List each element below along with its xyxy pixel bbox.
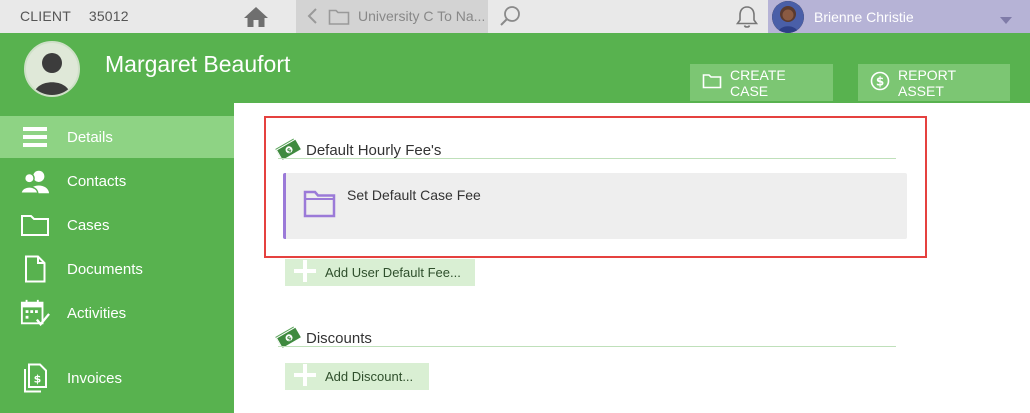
client-header: Margaret Beaufort CREATE CASE $ REPORT A… bbox=[0, 33, 1030, 103]
discounts-title: Discounts bbox=[306, 330, 372, 347]
document-icon bbox=[20, 255, 50, 283]
calendar-check-icon bbox=[20, 299, 50, 327]
notification-bell-icon[interactable] bbox=[735, 4, 759, 35]
contacts-icon bbox=[20, 167, 50, 195]
sidebar-item-label: Details bbox=[67, 128, 113, 146]
user-menu[interactable]: Brienne Christie bbox=[768, 0, 1030, 33]
tab-label: University C To Na... bbox=[358, 8, 484, 24]
chevron-down-icon[interactable] bbox=[1000, 12, 1012, 30]
invoice-icon: $ bbox=[20, 363, 50, 393]
sidebar-item-label: Invoices bbox=[67, 369, 123, 387]
user-name: Brienne Christie bbox=[814, 9, 914, 25]
sidebar-item-label: Documents bbox=[67, 260, 143, 278]
section-divider bbox=[278, 158, 896, 159]
svg-text:$: $ bbox=[876, 75, 884, 89]
fee-item-label: Set Default Case Fee bbox=[347, 187, 481, 203]
sidebar-item-activities[interactable]: Activities bbox=[0, 292, 234, 334]
hourly-fee-section-header: $ Default Hourly Fee's bbox=[273, 135, 442, 166]
top-bar: CLIENT 35012 University C To Na... Brien… bbox=[0, 0, 1030, 33]
sidebar-item-contacts[interactable]: Contacts bbox=[0, 160, 234, 202]
dollar-circle-icon: $ bbox=[870, 71, 890, 94]
add-discount-label: Add Discount... bbox=[325, 369, 414, 384]
back-arrow-icon[interactable] bbox=[306, 7, 318, 30]
add-user-default-fee-button[interactable]: Add User Default Fee... bbox=[285, 259, 475, 286]
open-tab[interactable]: University C To Na... bbox=[296, 0, 488, 33]
folder-icon bbox=[702, 73, 722, 92]
tab-folder-icon bbox=[328, 8, 350, 31]
report-asset-button[interactable]: $ REPORT ASSET bbox=[858, 64, 1010, 101]
sidebar: Details Contacts Cases Documents Activit… bbox=[0, 103, 234, 413]
sidebar-item-label: Contacts bbox=[67, 172, 127, 190]
plus-icon bbox=[293, 259, 317, 286]
list-icon bbox=[20, 123, 50, 151]
sidebar-item-label: Cases bbox=[67, 216, 110, 234]
add-discount-button[interactable]: Add Discount... bbox=[285, 363, 429, 390]
discounts-section-header: $ Discounts bbox=[273, 323, 372, 354]
client-name: Margaret Beaufort bbox=[105, 51, 291, 77]
sidebar-item-details[interactable]: Details bbox=[0, 116, 234, 158]
client-number: 35012 bbox=[88, 8, 129, 24]
client-avatar bbox=[24, 41, 80, 97]
plus-icon bbox=[293, 363, 317, 390]
add-user-fee-label: Add User Default Fee... bbox=[325, 265, 461, 280]
sidebar-item-cases[interactable]: Cases bbox=[0, 204, 234, 246]
sidebar-item-documents[interactable]: Documents bbox=[0, 248, 234, 290]
fee-folder-icon bbox=[303, 189, 337, 224]
sidebar-item-invoices[interactable]: $ Invoices bbox=[0, 357, 234, 399]
default-case-fee-card[interactable]: Set Default Case Fee bbox=[283, 173, 907, 239]
section-divider bbox=[278, 346, 896, 347]
sidebar-item-label: Activities bbox=[67, 304, 127, 322]
create-case-button[interactable]: CREATE CASE bbox=[690, 64, 833, 101]
svg-text:$: $ bbox=[34, 373, 42, 386]
money-icon: $ bbox=[273, 135, 303, 166]
client-label: CLIENT bbox=[20, 8, 71, 24]
home-icon[interactable] bbox=[241, 3, 271, 31]
user-avatar bbox=[772, 1, 804, 33]
search-icon[interactable] bbox=[498, 4, 522, 33]
money-icon: $ bbox=[273, 323, 303, 354]
create-case-label: CREATE CASE bbox=[730, 66, 786, 99]
client-info: CLIENT 35012 bbox=[20, 8, 129, 24]
report-asset-label: REPORT ASSET bbox=[898, 66, 956, 99]
folder-icon bbox=[20, 211, 50, 239]
hourly-fee-title: Default Hourly Fee's bbox=[306, 142, 442, 159]
